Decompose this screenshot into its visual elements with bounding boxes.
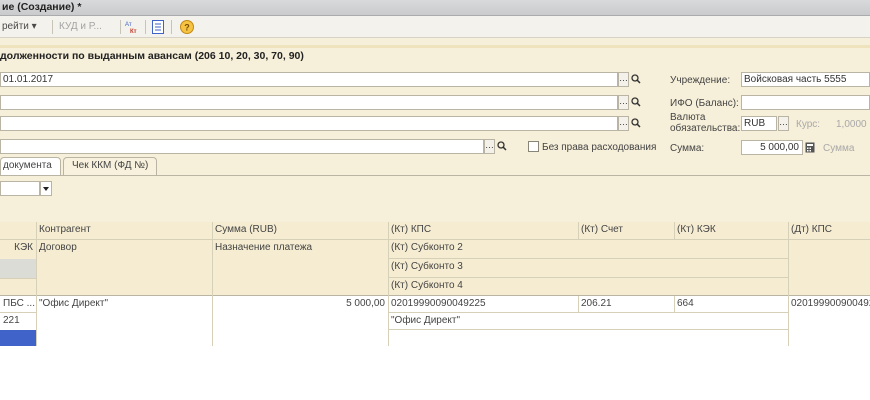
grid-line [388, 277, 788, 278]
no-spending-right-label: Без права расходования [542, 142, 657, 153]
tab-kkm-receipt[interactable]: Чек ККМ (ФД №) [63, 157, 158, 175]
selected-cell[interactable] [0, 330, 36, 346]
header-kek: КЭК [14, 242, 33, 253]
field-row3[interactable] [0, 116, 618, 131]
window-title-bar: ие (Создание) * [0, 0, 870, 16]
grid-line [388, 329, 788, 330]
row4-select-button[interactable]: … [484, 139, 495, 154]
grid-line [0, 312, 36, 313]
chevron-down-icon[interactable] [40, 181, 52, 196]
grid-line [388, 222, 389, 346]
search-icon[interactable] [630, 95, 642, 110]
grid-line [578, 222, 579, 239]
tab-document[interactable]: документа [0, 157, 61, 175]
header-purpose: Назначение платежа [215, 242, 313, 253]
search-icon[interactable] [630, 72, 642, 87]
search-icon[interactable] [630, 116, 642, 131]
sum-suffix-label: Сумма [823, 143, 855, 154]
calculator-icon[interactable] [804, 141, 816, 154]
header-kt-subconto-4: (Кт) Субконто 4 [391, 280, 463, 291]
filter-combo[interactable] [0, 181, 40, 196]
toolbar-separator [145, 20, 146, 34]
header-counterparty: Контрагент [39, 224, 91, 235]
header-amount: Сумма (RUB) [215, 224, 277, 235]
institution-label: Учреждение: [670, 75, 731, 86]
date-select-button[interactable]: … [618, 72, 629, 87]
field-row4[interactable] [0, 139, 484, 154]
grid-line [0, 295, 870, 296]
help-icon[interactable]: ? [179, 19, 195, 35]
toolbar-separator [52, 20, 53, 34]
currency-label-line2: обязательства: [670, 123, 741, 134]
header-kt-account: (Кт) Счет [581, 224, 623, 235]
grid-line [0, 278, 36, 279]
header-kt-subconto-2: (Кт) Субконто 2 [391, 242, 463, 253]
ifo-field[interactable] [741, 95, 870, 110]
row-counterparty[interactable]: "Офис Директ" [36, 296, 212, 313]
header-blank-cell [0, 259, 36, 278]
header-kt-kps: (Кт) КПС [391, 224, 432, 235]
grid-line [388, 258, 788, 259]
grid-line [674, 222, 675, 239]
section-heading: долженности по выданным авансам (206 10,… [0, 50, 304, 62]
row-kt-kek[interactable]: 664 [674, 296, 788, 313]
empty-area [0, 346, 870, 400]
header-kt-kek: (Кт) КЭК [677, 224, 716, 235]
svg-text:?: ? [184, 23, 190, 33]
grid-line [674, 296, 675, 313]
header-cell [0, 222, 36, 239]
search-icon[interactable] [496, 139, 508, 154]
row-kt-account[interactable]: 206.21 [578, 296, 674, 313]
grid-line [578, 296, 579, 313]
dt-kt-icon[interactable]: Ат Кт [124, 19, 140, 35]
grid-line [212, 222, 213, 346]
date-field[interactable]: 01.01.2017 [0, 72, 618, 87]
no-spending-right-checkbox[interactable] [528, 141, 539, 152]
goto-menu-button[interactable]: рейти ▾ [2, 20, 37, 34]
sum-field[interactable]: 5 000,00 [741, 140, 803, 155]
window-title: ие (Создание) * [2, 1, 82, 13]
header-contract: Договор [39, 242, 77, 253]
rate-value: 1,0000 [836, 119, 867, 130]
rate-label: Курс: [796, 119, 821, 130]
currency-select-button[interactable]: … [778, 116, 789, 131]
svg-text:Ат: Ат [125, 22, 132, 28]
row-kt-kps[interactable]: 02019990090049225 [388, 296, 578, 313]
institution-field[interactable]: Войсковая часть 5555 [741, 72, 870, 87]
row3-select-button[interactable]: … [618, 116, 629, 131]
currency-field[interactable]: RUB [741, 116, 777, 131]
header-dt-kps: (Дт) КПС [791, 224, 833, 235]
tab-strip-border [0, 175, 870, 176]
row2-select-button[interactable]: … [618, 95, 629, 110]
document-list-icon[interactable] [150, 19, 166, 35]
currency-label-line1: Валюта [670, 112, 706, 123]
toolbar: рейти ▾ КУД и Р... Ат Кт ? [0, 16, 870, 38]
grid-line [788, 222, 789, 346]
toolbar-separator [171, 20, 172, 34]
row-dt-kps[interactable]: 020199900900492 [788, 296, 870, 313]
grid-line [36, 222, 37, 346]
grid-line [0, 239, 870, 240]
entries-table: КЭК Контрагент Договор Сумма (RUB) Назна… [0, 222, 870, 362]
svg-text:Кт: Кт [130, 29, 137, 35]
field-row2[interactable] [0, 95, 618, 110]
header-kt-subconto-3: (Кт) Субконто 3 [391, 261, 463, 272]
grid-line [388, 312, 788, 313]
kud-report-button[interactable]: КУД и Р... [59, 20, 102, 34]
row-amount[interactable]: 5 000,00 [212, 296, 388, 313]
row-kt-subconto-2[interactable]: "Офис Директ" [388, 313, 788, 330]
row-col1-a[interactable]: ПБС ... [0, 296, 36, 313]
ifo-label: ИФО (Баланс): [670, 98, 739, 109]
sum-label: Сумма: [670, 143, 705, 154]
form-header-stripe [0, 45, 870, 48]
toolbar-separator [120, 20, 121, 34]
row-col1-b[interactable]: 221 [0, 313, 36, 330]
